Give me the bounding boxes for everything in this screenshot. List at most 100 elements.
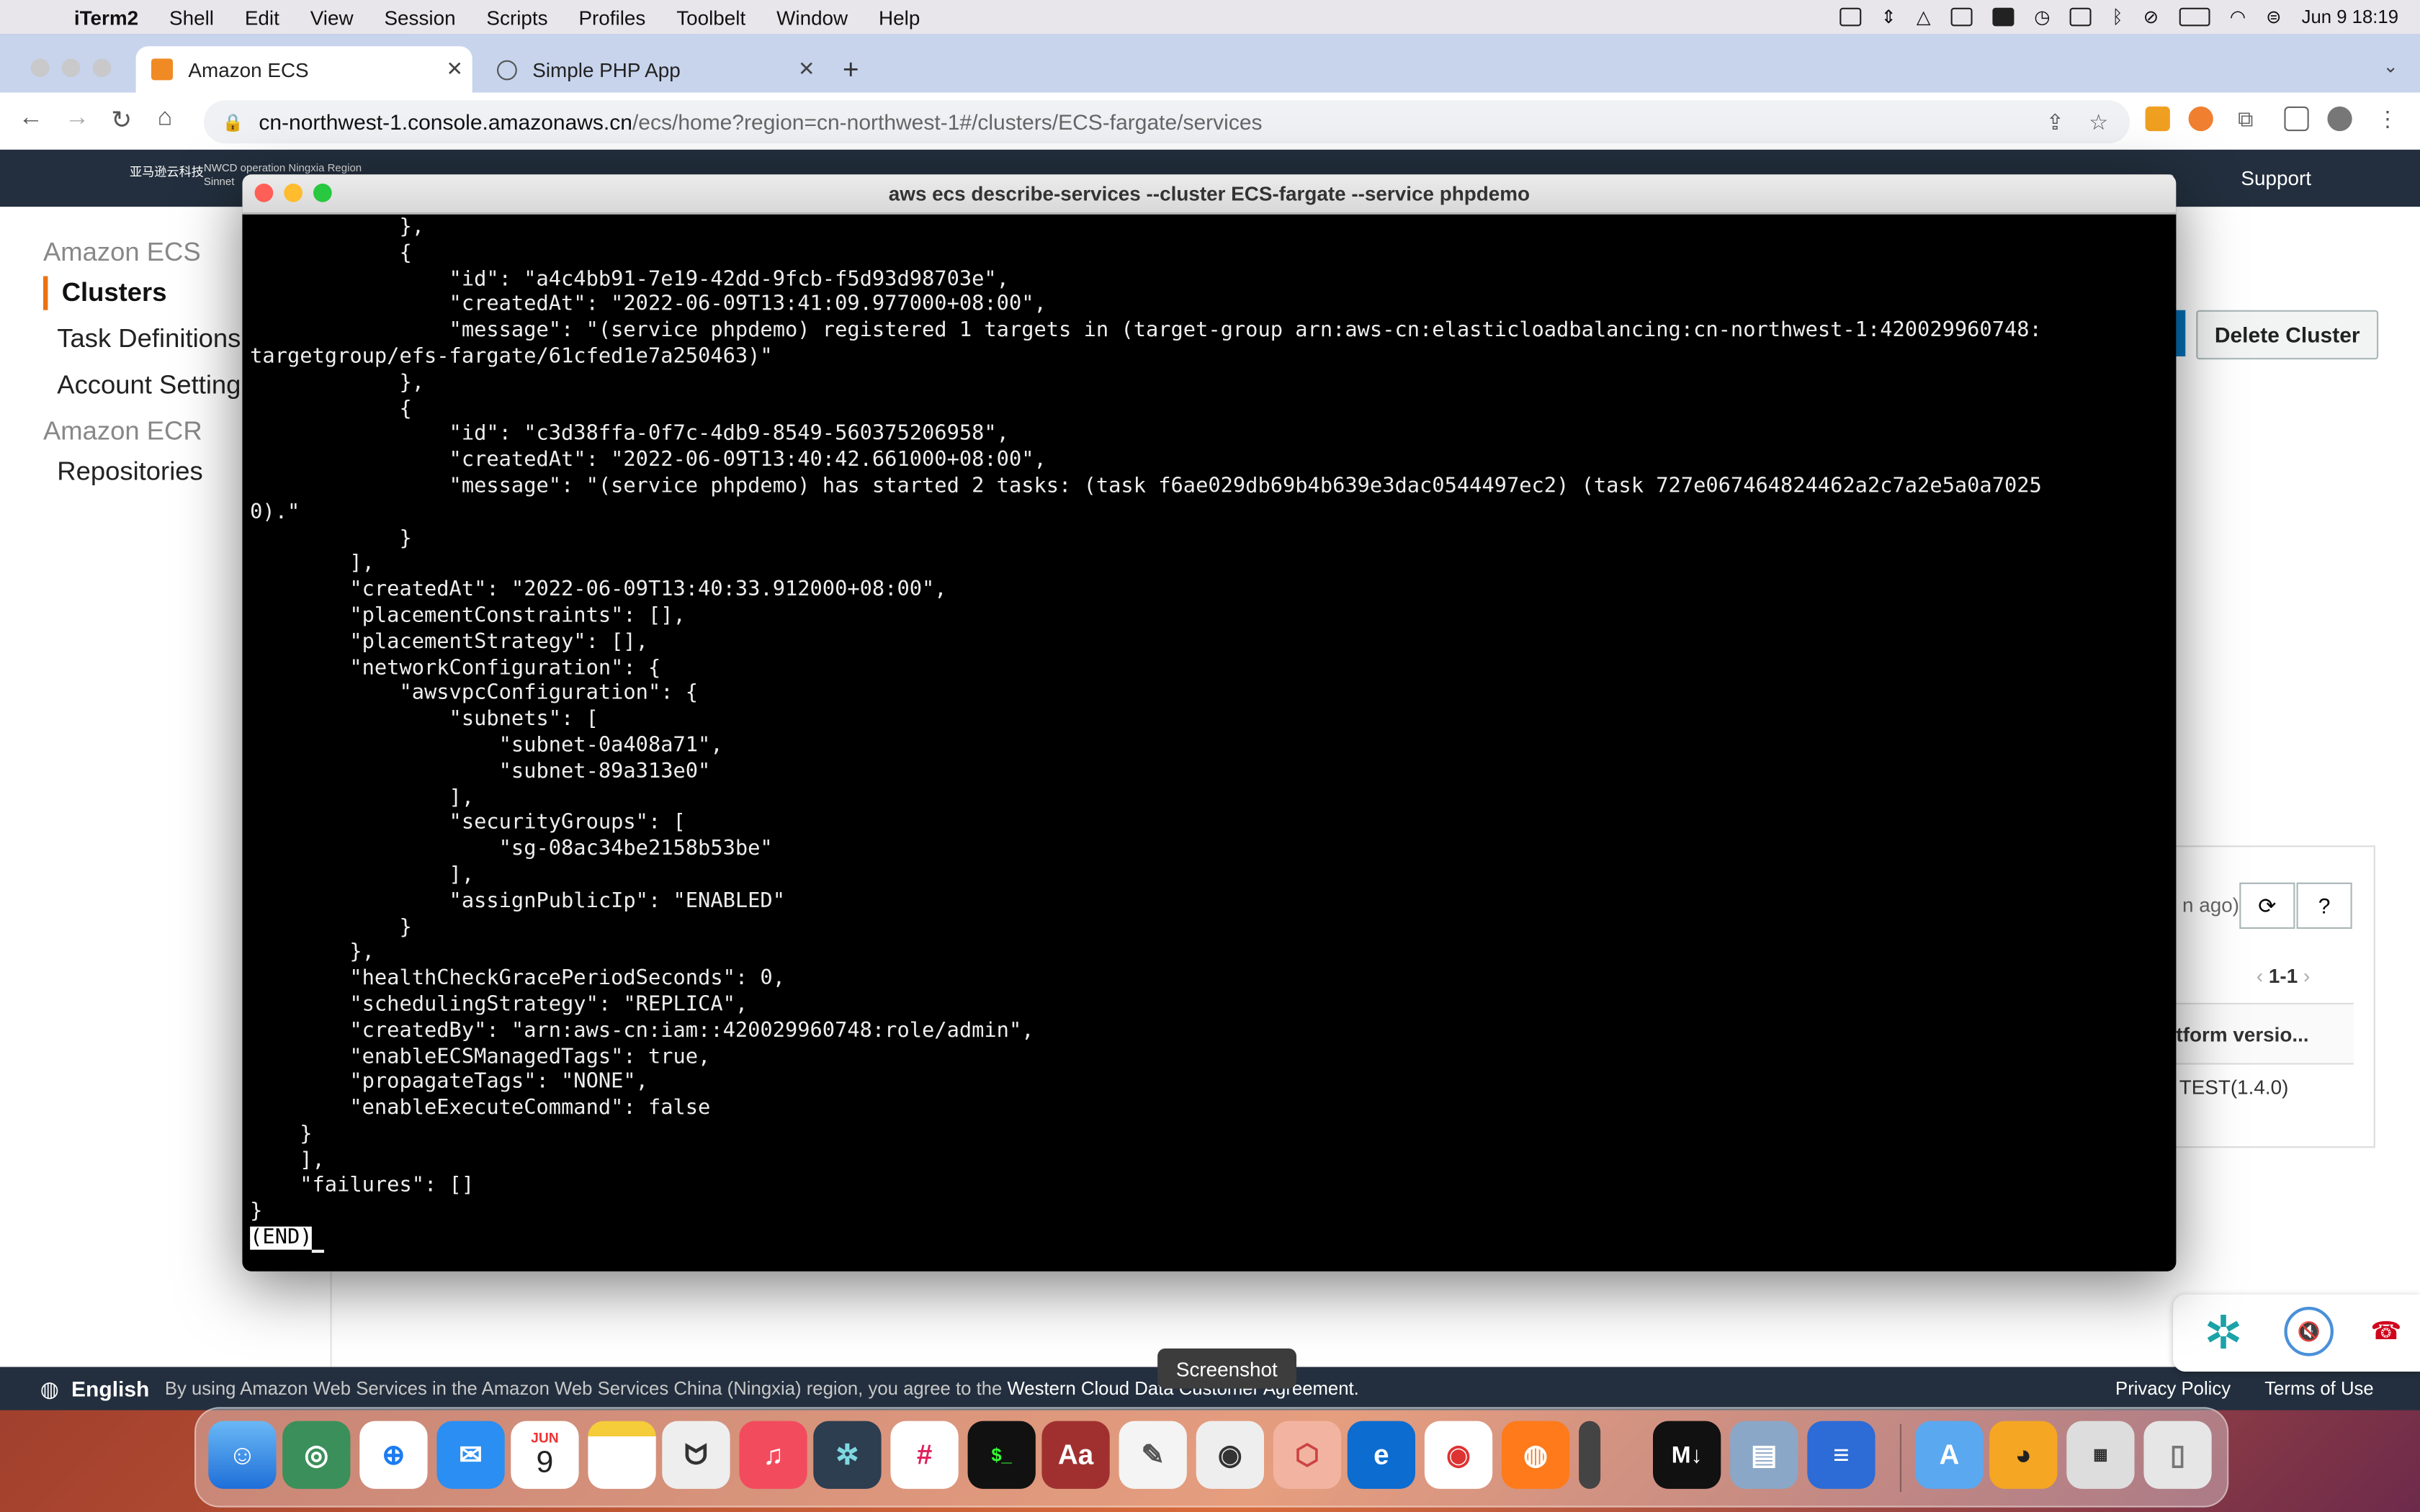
terminal-line: "message": "(service phpdemo) has starte… [250, 474, 2042, 499]
calendar-icon[interactable]: JUN 9 [511, 1421, 579, 1489]
bookmark-star-icon[interactable]: ☆ [2089, 109, 2108, 135]
privacy-policy-link[interactable]: Privacy Policy [2115, 1378, 2231, 1400]
services-panel: n ago) ⟳ ? ‹ 1-1 › tform versio... TEST(… [2176, 845, 2375, 1148]
preview-icon[interactable]: ▤ [1730, 1421, 1798, 1489]
extension-icon[interactable] [2188, 106, 2213, 132]
more-menu-icon[interactable]: ⋮ [2377, 107, 2401, 131]
box-app-icon[interactable]: ⬡ [1273, 1421, 1342, 1489]
share-icon[interactable]: ⇪ [2046, 109, 2064, 135]
back-icon[interactable]: ← [19, 105, 43, 133]
forward-icon[interactable]: → [65, 105, 89, 133]
bluetooth-icon[interactable]: ᛒ [2112, 6, 2123, 28]
address-bar[interactable]: 🔒 cn-northwest-1.console.amazonaws.cn/ec… [203, 100, 2130, 144]
prev-page-icon[interactable]: ‹ [2257, 964, 2263, 987]
terminal-icon[interactable]: $_ [967, 1421, 1036, 1489]
help-button[interactable]: ? [2296, 882, 2352, 929]
mute-icon[interactable]: ⊘ [2143, 6, 2159, 28]
column-header-platform-version[interactable]: tform versio... [2176, 1002, 2354, 1065]
sidepanel-icon[interactable] [2284, 106, 2309, 132]
tab-simple-php-app[interactable]: Simple PHP App ✕ [482, 46, 825, 92]
mail-icon[interactable]: ✉ [436, 1421, 505, 1489]
menu-window[interactable]: Window [776, 6, 848, 29]
extension-icon[interactable] [2145, 106, 2170, 132]
primary-button-edge[interactable] [2176, 310, 2186, 356]
octopus-app-icon[interactable]: ◕ [1989, 1421, 2058, 1489]
support-menu[interactable]: Support [2241, 166, 2311, 189]
menu-edit[interactable]: Edit [245, 6, 279, 29]
menu-toolbelt[interactable]: Toolbelt [676, 6, 745, 29]
time-machine-icon[interactable]: ◷ [2034, 6, 2050, 28]
terms-of-use-link[interactable]: Terms of Use [2264, 1378, 2373, 1400]
next-page-icon[interactable]: › [2303, 964, 2310, 987]
window-minimize-button[interactable] [61, 58, 81, 78]
window-close-button[interactable] [30, 58, 50, 78]
menu-view[interactable]: View [310, 6, 354, 29]
terminal-output[interactable]: }, { "id": "a4c4bb91-7e19-42dd-9fcb-f5d9… [250, 216, 2172, 1265]
delete-cluster-button[interactable]: Delete Cluster [2196, 310, 2379, 360]
tab-search-chevron-icon[interactable]: ⌄ [2383, 55, 2398, 77]
keyboard-icon[interactable] [1839, 7, 1861, 27]
amazon-icon[interactable] [1992, 7, 2015, 27]
speaker-mute-icon[interactable]: 🔇 [2284, 1307, 2334, 1356]
lock-icon[interactable]: 🔒 [223, 112, 243, 132]
markdown-app-icon[interactable]: M↓ [1653, 1421, 1721, 1489]
network-triangle-icon[interactable]: △ [1917, 6, 1931, 28]
grid-icon[interactable] [2070, 7, 2092, 27]
menu-scripts[interactable]: Scripts [486, 6, 547, 29]
menu-shell[interactable]: Shell [169, 6, 214, 29]
safari-icon[interactable]: ⊕ [359, 1421, 428, 1489]
window-zoom-button[interactable] [92, 58, 112, 78]
edge-icon[interactable]: e [1347, 1421, 1415, 1489]
refresh-button[interactable]: ⟳ [2239, 882, 2295, 929]
sidebar-item-account-settings[interactable]: Account Setting [57, 370, 241, 401]
tab-close-icon[interactable]: ✕ [446, 57, 462, 81]
fox-app-icon[interactable]: ᗢ [662, 1421, 730, 1489]
control-center-icon[interactable]: ⊜ [2266, 6, 2282, 28]
profile-avatar[interactable] [2327, 106, 2352, 132]
usb-drive-icon[interactable] [1579, 1421, 1601, 1489]
firefox-icon[interactable]: ◍ [1502, 1421, 1570, 1489]
applications-folder-icon[interactable]: A [1915, 1421, 1984, 1489]
finder-icon[interactable]: ☺ [208, 1421, 277, 1489]
filemanager-icon[interactable]: ≡ [1807, 1421, 1876, 1489]
language-selector[interactable]: English [71, 1376, 149, 1400]
iterm-snowflake-icon[interactable]: ✲ [813, 1421, 882, 1489]
active-indicator [43, 276, 48, 310]
dictionary-icon[interactable]: Aa [1041, 1421, 1110, 1489]
battery-icon[interactable] [2179, 7, 2210, 27]
hangup-icon[interactable]: ☎ [2370, 1316, 2401, 1347]
snowflake-icon[interactable]: ✲ [2204, 1307, 2243, 1361]
menu-help[interactable]: Help [879, 6, 920, 29]
reload-icon[interactable]: ↻ [111, 105, 132, 136]
puzzle-icon[interactable]: ⧉ [2238, 107, 2262, 131]
macos-menubar: iTerm2 Shell Edit View Session Scripts P… [0, 0, 2420, 35]
notes-icon[interactable] [588, 1421, 656, 1489]
menu-app-iterm2[interactable]: iTerm2 [74, 6, 138, 29]
menu-session[interactable]: Session [384, 6, 455, 29]
table-cell-platform-version: TEST(1.4.0) [2179, 1074, 2289, 1098]
sidebar-item-repositories[interactable]: Repositories [57, 456, 203, 487]
url-host: cn-northwest-1.console.amazonaws.cn [259, 109, 632, 135]
music-icon[interactable]: ♫ [739, 1421, 807, 1489]
sidebar-item-task-definitions[interactable]: Task Definitions [57, 324, 241, 355]
menu-profiles[interactable]: Profiles [578, 6, 645, 29]
textedit-icon[interactable]: ✎ [1119, 1421, 1187, 1489]
updown-arrow-icon[interactable]: ⇕ [1881, 6, 1896, 28]
chrome-icon[interactable]: ◉ [1424, 1421, 1493, 1489]
terminal-line: "subnets": [ [250, 708, 599, 732]
home-icon[interactable]: ⌂ [158, 105, 173, 133]
wifi-icon[interactable]: ◠ [2230, 6, 2246, 28]
terminal-line: "id": "a4c4bb91-7e19-42dd-9fcb-f5d93d987… [250, 267, 1009, 292]
trash-icon[interactable]: ▯ [2143, 1421, 2212, 1489]
utility-app-icon[interactable]: ◎ [282, 1421, 351, 1489]
slack-icon[interactable]: # [890, 1421, 959, 1489]
document-thumbnail-icon[interactable]: ▦ [2066, 1421, 2135, 1489]
sidebar-item-clusters[interactable]: Clusters [62, 278, 167, 309]
tab-close-icon[interactable]: ✕ [798, 57, 815, 81]
screenshot-icon[interactable]: ◉ [1196, 1421, 1264, 1489]
tab-amazon-ecs[interactable]: Amazon ECS ✕ [135, 46, 472, 93]
battery-app-icon[interactable] [1950, 7, 1973, 27]
aws-logo[interactable]: 亚马逊云科技 [130, 165, 204, 179]
clock[interactable]: Jun 9 18:19 [2302, 6, 2398, 28]
new-tab-button[interactable]: + [843, 54, 859, 86]
